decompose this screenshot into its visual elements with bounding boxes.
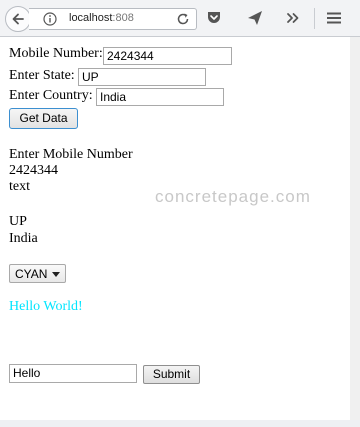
mobile-input[interactable]: 2424344 <box>103 47 232 65</box>
color-select-value: CYAN <box>15 267 48 281</box>
toolbar-separator <box>314 8 315 29</box>
mobile-label: Mobile Number: <box>9 46 103 61</box>
browser-toolbar: localhost:808 <box>0 0 360 37</box>
get-data-button[interactable]: Get Data <box>9 108 78 129</box>
country-input[interactable]: India <box>96 88 224 106</box>
chevron-overflow-icon[interactable] <box>284 9 302 27</box>
window-bottom <box>0 420 360 427</box>
reload-icon[interactable] <box>176 12 190 26</box>
hello-input[interactable]: Hello <box>9 364 137 383</box>
pocket-icon[interactable] <box>205 9 223 27</box>
output-state: UP <box>9 214 27 229</box>
color-select[interactable]: CYAN <box>9 264 66 283</box>
send-icon[interactable] <box>246 9 264 27</box>
watermark: concretepage.com <box>155 187 311 206</box>
output-mobile: 2424344 <box>9 163 58 178</box>
url-bar[interactable]: localhost:808 <box>29 8 197 30</box>
chevron-down-icon <box>52 272 60 277</box>
url-text: localhost:808 <box>69 12 134 24</box>
output-prompt: Enter Mobile Number <box>9 147 133 162</box>
info-icon[interactable] <box>43 12 57 26</box>
menu-icon[interactable] <box>325 9 343 27</box>
output-country: India <box>9 231 38 246</box>
state-input[interactable]: UP <box>78 68 206 86</box>
back-button[interactable] <box>5 6 31 32</box>
scrollbar[interactable] <box>350 37 360 420</box>
state-label: Enter State: <box>9 68 75 83</box>
output-text: text <box>9 179 30 194</box>
country-label: Enter Country: <box>9 88 93 103</box>
page-content: Mobile Number: 2424344 Enter State: UP E… <box>0 37 350 420</box>
submit-button[interactable]: Submit <box>143 365 200 384</box>
hello-text: Hello World! <box>9 299 83 314</box>
back-arrow-icon <box>12 13 24 25</box>
